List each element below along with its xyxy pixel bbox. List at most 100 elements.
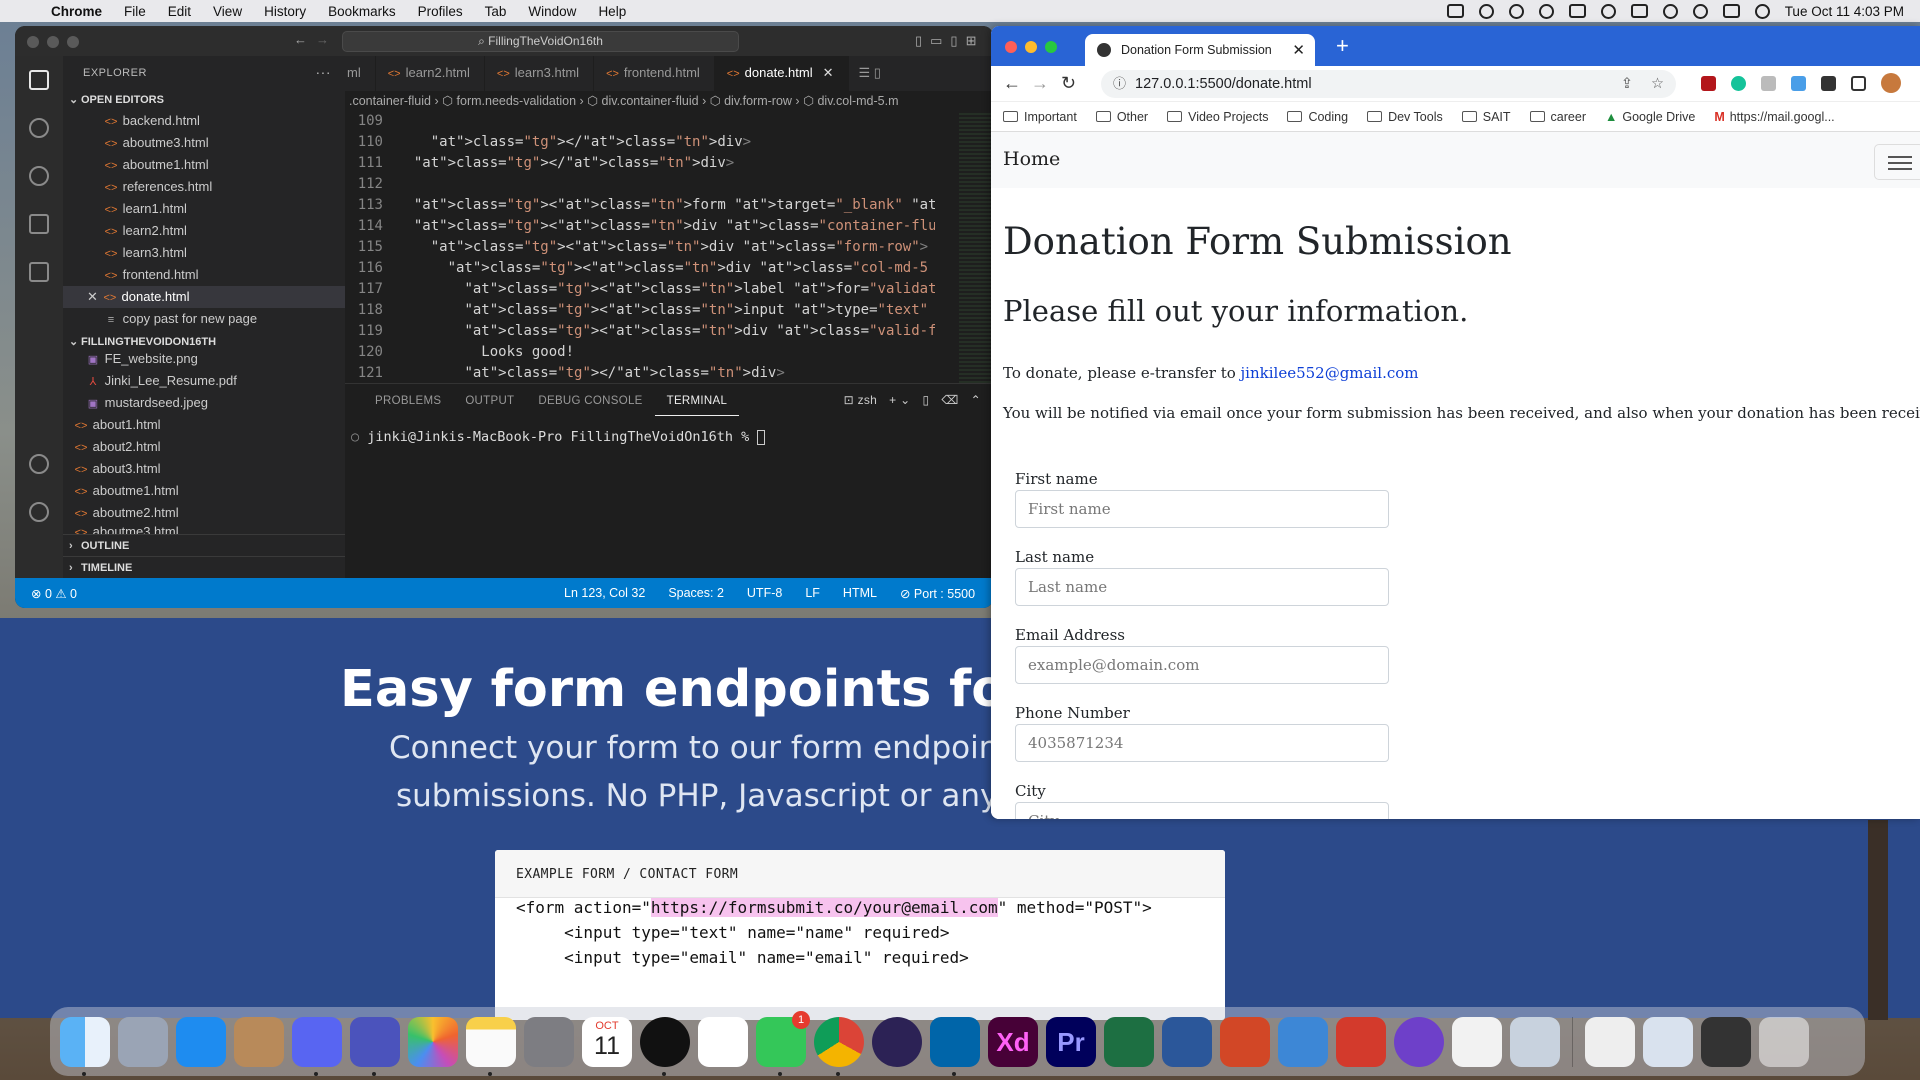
bookmark-folder[interactable]: Important <box>1003 110 1077 124</box>
chrome-icon[interactable] <box>814 1016 864 1076</box>
ublock-extension-icon[interactable] <box>1701 76 1716 91</box>
profile-avatar[interactable] <box>1881 73 1901 93</box>
bookmark-folder[interactable]: Dev Tools <box>1367 110 1443 124</box>
open-editor-item[interactable]: <> learn3.html <box>63 242 345 264</box>
menu-tab[interactable]: Tab <box>474 4 518 19</box>
navbar-brand[interactable]: Home <box>1003 148 1060 170</box>
bookmark-folder[interactable]: Coding <box>1287 110 1348 124</box>
code-line[interactable]: 119 "at">class="tg"><"at">class="tn">div… <box>345 323 935 344</box>
code-editor[interactable]: 109 110 "at">class="tg"></"at">class="tn… <box>345 113 935 383</box>
source-control-icon[interactable] <box>15 152 63 200</box>
terminal[interactable]: ○ jinki@Jinkis-MacBook-Pro FillingTheVoi… <box>345 416 993 445</box>
bookmark-folder[interactable]: Video Projects <box>1167 110 1268 124</box>
textedit-icon[interactable] <box>1452 1016 1502 1067</box>
editor-tab[interactable]: <> learn2.html <box>376 56 485 91</box>
reminders-icon[interactable] <box>698 1016 748 1067</box>
tab-terminal[interactable]: TERMINAL <box>654 384 740 416</box>
siri-icon[interactable] <box>1754 3 1770 19</box>
parallels-icon[interactable] <box>1336 1016 1386 1067</box>
menubar-clock[interactable]: Tue Oct 11 4:03 PM <box>1785 4 1904 19</box>
preview-icon[interactable] <box>1510 1016 1560 1067</box>
checkmark-icon[interactable] <box>1538 3 1554 19</box>
breadcrumb-item[interactable]: .container-fluid <box>349 94 431 108</box>
star-icon[interactable]: ☆ <box>1651 70 1664 98</box>
tab-output[interactable]: OUTPUT <box>453 384 526 416</box>
open-editor-item[interactable]: <> learn1.html <box>63 198 345 220</box>
tab-debug-console[interactable]: DEBUG CONSOLE <box>526 384 654 416</box>
menu-window[interactable]: Window <box>517 4 587 19</box>
open-editor-item[interactable]: <> learn2.html <box>63 220 345 242</box>
timeline-section[interactable]: › TIMELINE <box>63 556 345 578</box>
bookmark-folder[interactable]: Other <box>1095 110 1148 124</box>
eclipse-icon[interactable] <box>872 1016 922 1067</box>
forward-arrow-icon[interactable]: → <box>316 32 329 47</box>
launchpad-icon[interactable] <box>118 1016 168 1067</box>
new-tab-button[interactable]: + <box>1336 33 1349 59</box>
account-icon[interactable] <box>15 440 63 488</box>
premiere-pro-icon[interactable]: Pr <box>1046 1016 1096 1067</box>
last-name-input[interactable]: Last name <box>1015 568 1389 606</box>
menu-file[interactable]: File <box>113 4 157 19</box>
menu-help[interactable]: Help <box>587 4 637 19</box>
open-editor-item-active[interactable]: ✕ <> donate.html <box>63 286 345 308</box>
first-name-input[interactable]: First name <box>1015 490 1389 528</box>
zoom-window-button[interactable] <box>67 36 79 48</box>
code-line[interactable]: 117 "at">class="tg"><"at">class="tn">lab… <box>345 281 935 302</box>
explorer-icon[interactable] <box>15 56 63 104</box>
menu-history[interactable]: History <box>253 4 317 19</box>
eyedropper-extension-icon[interactable] <box>1791 76 1806 91</box>
open-editor-item[interactable]: ≡ copy past for new page <box>63 308 345 330</box>
code-line[interactable]: 111 "at">class="tg"></"at">class="tn">di… <box>345 155 935 176</box>
file-item[interactable]: <> about3.html <box>63 458 345 480</box>
finder-icon[interactable] <box>60 1016 110 1076</box>
line-ending[interactable]: LF <box>805 586 820 601</box>
encoding[interactable]: UTF-8 <box>747 586 782 601</box>
spotify-icon[interactable] <box>640 1016 690 1076</box>
file-item[interactable]: <> about2.html <box>63 436 345 458</box>
share-icon[interactable]: ⇪ <box>1621 70 1633 98</box>
github-desktop-icon[interactable] <box>1394 1016 1444 1067</box>
outline-section[interactable]: › OUTLINE <box>63 534 345 556</box>
tab-problems[interactable]: PROBLEMS <box>363 384 453 416</box>
problems-count[interactable]: ⊗ 0 ⚠ 0 <box>31 586 77 601</box>
code-line[interactable]: 110 "at">class="tg"></"at">class="tn">di… <box>345 134 935 155</box>
open-editor-item[interactable]: <> frontend.html <box>63 264 345 286</box>
forward-arrow-icon[interactable]: → <box>1031 73 1049 94</box>
app-store-icon[interactable] <box>176 1016 226 1067</box>
project-folder-section[interactable]: ⌄ FILLINGTHEVOIDON16TH <box>63 332 345 352</box>
open-editors-section[interactable]: ⌄ OPEN EDITORS <box>63 90 345 110</box>
open-editor-item[interactable]: <> aboutme1.html <box>63 154 345 176</box>
grammarly-extension-icon[interactable] <box>1731 76 1746 91</box>
file-item[interactable]: <> aboutme1.html <box>63 480 345 502</box>
bookmark-folder[interactable]: SAIT <box>1461 110 1511 124</box>
breadcrumb-item[interactable]: div.container-fluid <box>602 94 699 108</box>
file-item[interactable]: <> aboutme2.html <box>63 502 345 524</box>
code-line[interactable]: 115 "at">class="tg"><"at">class="tn">div… <box>345 239 935 260</box>
close-window-button[interactable] <box>27 36 39 48</box>
cursor-position[interactable]: Ln 123, Col 32 <box>564 586 645 601</box>
code-line[interactable]: 121 "at">class="tg"></"at">class="tn">di… <box>345 365 935 383</box>
display-icon[interactable] <box>1568 4 1586 18</box>
editor-tab-active[interactable]: <> donate.html ✕ <box>714 56 849 91</box>
search-icon[interactable] <box>15 104 63 152</box>
control-center-icon[interactable] <box>1722 4 1740 18</box>
bookmark-link[interactable]: ▲ Google Drive <box>1605 110 1695 124</box>
open-editor-item[interactable]: <> backend.html <box>63 110 345 132</box>
editor-tab[interactable]: <> learn3.html <box>485 56 595 91</box>
file-item[interactable]: <> about1.html <box>63 414 345 436</box>
breadcrumb-item[interactable]: div.form-row <box>724 94 792 108</box>
editor-tab[interactable]: <> frontend.html <box>594 56 715 91</box>
grammarly-icon[interactable] <box>1508 3 1524 19</box>
breadcrumb-item[interactable]: div.col-md-5.m <box>817 94 898 108</box>
minimap[interactable] <box>959 113 993 383</box>
system-preferences-icon[interactable] <box>524 1016 574 1067</box>
new-terminal-button[interactable]: + ⌄ <box>889 393 910 416</box>
battery-icon[interactable] <box>1630 4 1648 18</box>
more-actions-icon[interactable]: ··· <box>316 64 332 80</box>
code-line[interactable]: 112 <box>345 176 935 197</box>
navbar-toggler[interactable] <box>1874 144 1920 180</box>
downloads-stack-icon[interactable] <box>1643 1016 1693 1067</box>
teams-icon[interactable] <box>350 1016 400 1076</box>
spotlight-search-icon[interactable] <box>1692 3 1708 19</box>
indentation[interactable]: Spaces: 2 <box>668 586 724 601</box>
